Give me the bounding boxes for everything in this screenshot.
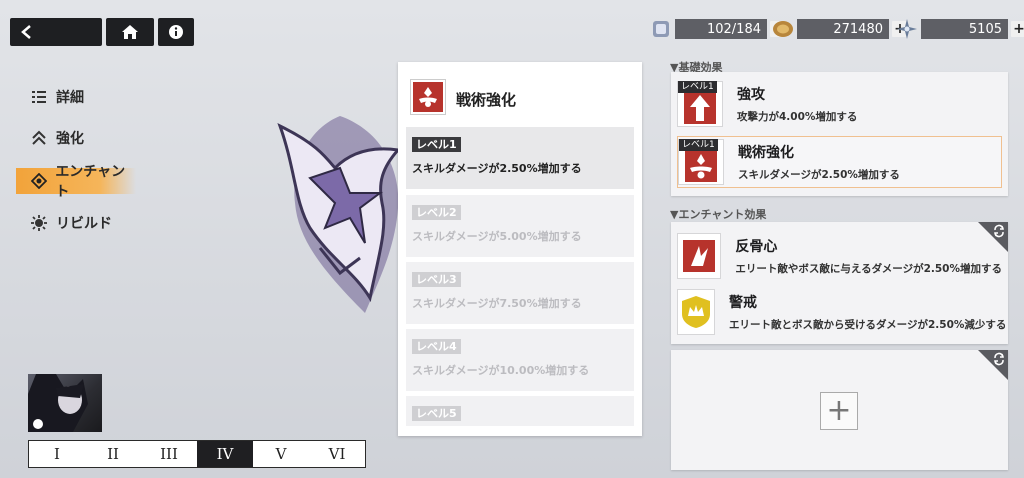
level-tag: レベル4 [412, 339, 461, 354]
back-button[interactable] [10, 18, 102, 46]
tier-1[interactable]: I [29, 441, 85, 467]
skill-level-3: レベル3 スキルダメージが7.50%増加する [406, 262, 634, 324]
stamina-icon [653, 21, 669, 37]
coin-value: 271480 [797, 19, 889, 39]
enchant-effects-header: ▼エンチャント効果 [670, 208, 767, 221]
enchant-effect-row[interactable]: 反骨心 エリート敵やボス敵に与えるダメージが2.50%増加する [677, 230, 1002, 282]
enchant-effect-row[interactable]: 警戒 エリート敵とボス敵から受けるダメージが2.50%減少する [677, 286, 1006, 338]
crystal-icon [897, 19, 917, 39]
coin-icon [773, 21, 793, 37]
tier-6[interactable]: VI [309, 441, 365, 467]
coin-resource: 271480 + [772, 16, 908, 42]
base-effects-card: レベル1 強攻 攻撃力が4.00%増加する レベル1 戦術強化 スキルダメージが… [671, 72, 1008, 196]
effect-desc: スキルダメージが2.50%増加する [738, 169, 900, 181]
effect-desc: エリート敵やボス敵に与えるダメージが2.50%増加する [735, 263, 1002, 275]
skill-level-5: レベル5 [406, 396, 634, 426]
effect-desc: 攻撃力が4.00%増加する [737, 111, 858, 123]
enchant-slot-empty: + [671, 350, 1008, 470]
tactic-skill-icon: レベル1 [678, 139, 724, 185]
base-effect-row-selected[interactable]: レベル1 戦術強化 スキルダメージが2.50%増加する [677, 136, 1002, 188]
details-icon [30, 88, 48, 106]
attack-skill-icon: レベル1 [677, 81, 723, 127]
level-desc: スキルダメージが10.00%増加する [412, 364, 590, 377]
skill-level-4: レベル4 スキルダメージが10.00%増加する [406, 329, 634, 391]
nav-enchant[interactable]: エンチャント [16, 164, 136, 200]
effect-desc: エリート敵とボス敵から受けるダメージが2.50%減少する [729, 319, 1007, 331]
upgrade-icon [30, 129, 48, 147]
stamina-resource: 102/184 + [650, 16, 786, 42]
nav-rebuild-label: リビルド [56, 216, 112, 232]
nav-details-label: 詳細 [56, 90, 84, 106]
rebellion-icon [677, 233, 722, 279]
enchant-emblem-icon [277, 116, 401, 313]
effect-title: 戦術強化 [738, 145, 794, 161]
vigilance-icon [677, 289, 715, 335]
home-icon [122, 25, 138, 39]
nav-rebuild[interactable]: リビルド [16, 210, 112, 236]
add-enchant-button[interactable]: + [820, 392, 858, 430]
tier-4[interactable]: IV [197, 441, 253, 467]
crystal-value: 5105 [921, 19, 1008, 39]
crystal-resource: 5105 + [896, 16, 1024, 42]
effect-title: 警戒 [729, 295, 757, 311]
reroll-icon[interactable] [992, 352, 1006, 366]
level-tag: レベル1 [412, 137, 461, 152]
stamina-value: 102/184 [675, 19, 767, 39]
tier-selector: I II III IV V VI [28, 440, 366, 468]
avatar-portrait-icon [28, 374, 88, 432]
level-tag: レベル1 [679, 139, 718, 151]
home-button[interactable] [106, 18, 154, 46]
skill-level-1: レベル1 スキルダメージが2.50%増加する [406, 127, 634, 189]
skill-panel-title: 戦術強化 [456, 91, 517, 109]
back-arrow-icon [21, 25, 31, 39]
level-tag: レベル5 [412, 406, 461, 421]
effect-title: 強攻 [737, 87, 765, 103]
level-desc: スキルダメージが7.50%増加する [412, 297, 582, 310]
nav-upgrade[interactable]: 強化 [16, 125, 84, 151]
nav-enchant-label: エンチャント [55, 164, 126, 200]
info-button[interactable] [158, 18, 194, 46]
base-effect-row[interactable]: レベル1 強攻 攻撃力が4.00%増加する [677, 78, 1002, 130]
level-tag: レベル3 [412, 272, 461, 287]
nav-details[interactable]: 詳細 [16, 84, 84, 110]
level-tag: レベル2 [412, 205, 461, 220]
level-desc: スキルダメージが5.00%増加する [412, 230, 582, 243]
level-desc: スキルダメージが2.50%増加する [412, 162, 582, 175]
level-tag: レベル1 [678, 81, 717, 93]
skill-detail-panel: 戦術強化 レベル1 スキルダメージが2.50%増加する レベル2 スキルダメージ… [398, 62, 642, 436]
enchant-effects-card: 反骨心 エリート敵やボス敵に与えるダメージが2.50%増加する 警戒 エリート敵… [671, 222, 1008, 344]
add-label: + [826, 393, 852, 428]
crystal-add-button[interactable]: + [1011, 21, 1024, 37]
info-icon [169, 25, 183, 39]
skill-level-2: レベル2 スキルダメージが5.00%増加する [406, 195, 634, 257]
character-avatar[interactable] [28, 374, 102, 432]
tier-3[interactable]: III [141, 441, 197, 467]
rebuild-icon [30, 214, 48, 232]
effect-title: 反骨心 [735, 239, 778, 255]
enchant-icon [30, 172, 47, 190]
tier-5[interactable]: V [253, 441, 309, 467]
tier-2[interactable]: II [85, 441, 141, 467]
skill-icon [411, 80, 445, 114]
nav-upgrade-label: 強化 [56, 131, 84, 147]
